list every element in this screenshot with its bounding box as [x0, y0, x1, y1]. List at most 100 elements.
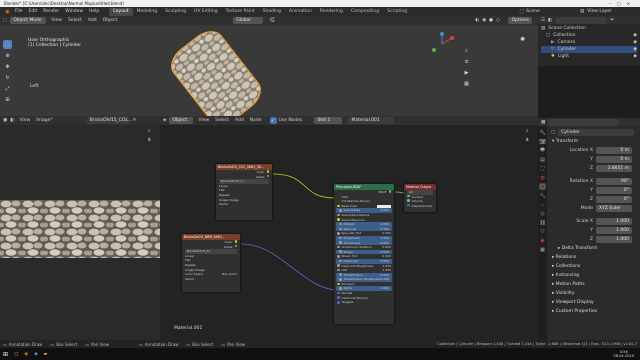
material-output-node[interactable]: Material Output All Surface Volume Displ…	[404, 184, 436, 212]
principled-bsdf-node[interactable]: Principled BSDF BSDF GGX Christensen-Burl…	[334, 184, 394, 324]
constraints-tab-icon[interactable]: ⛓︎	[539, 219, 546, 226]
scale-y-field[interactable]: 1.000	[596, 227, 632, 234]
transform-tool-icon[interactable]: ⊞	[3, 95, 12, 104]
rotation-y-field[interactable]: 0°	[596, 187, 632, 194]
relations-panel[interactable]: ▸ Relations	[548, 253, 640, 262]
taskbar-app-icon[interactable]: ◆	[34, 352, 37, 357]
options-button[interactable]: Options	[508, 17, 532, 24]
tool-tab-icon[interactable]: 🔧︎	[539, 129, 546, 136]
input-socket[interactable]	[339, 222, 342, 226]
data-tab-icon[interactable]: ▽	[539, 228, 546, 235]
outliner-search[interactable]	[556, 16, 607, 24]
input-socket[interactable]	[337, 301, 340, 304]
menu-help[interactable]: Help	[89, 9, 99, 14]
visibility-icon[interactable]: ◉	[633, 47, 637, 52]
vp-menu-view[interactable]: View	[51, 18, 62, 23]
image-editor[interactable]: ▣ ◧ View Image* BricksOld15_COL... ✕ ⌕ ✋…	[0, 116, 160, 340]
socket-color[interactable]	[266, 170, 269, 173]
input-socket[interactable]	[337, 255, 340, 258]
tab-compositing[interactable]: Compositing	[347, 8, 383, 16]
location-y-field[interactable]: 0 m	[596, 156, 632, 163]
taskbar-app-icon[interactable]: ▰	[44, 352, 47, 357]
input-socket[interactable]	[337, 282, 340, 286]
scale-tool-icon[interactable]: ⤢	[3, 84, 12, 93]
tab-texture-paint[interactable]: Texture Paint	[222, 8, 259, 16]
properties-editor[interactable]: ▦ 🔧︎ 📷︎ 🖶︎ ▤ ⛶ ◍ ▢ 🔧︎ ∴ ◎ ⛓︎ ▽ ◉ ▦ ▢ Cyl…	[538, 118, 640, 340]
collections-panel[interactable]: ▸ Collections	[548, 262, 640, 271]
image-close-icon[interactable]: ✕	[133, 118, 137, 123]
view-mode-icon[interactable]: ◧	[10, 118, 14, 123]
colorspace-value[interactable]: Non-Color	[222, 272, 237, 277]
scene-tab-icon[interactable]: ⛶	[539, 165, 546, 172]
socket-alpha[interactable]	[234, 244, 237, 248]
rotate-tool-icon[interactable]: ↻	[3, 73, 12, 82]
input-socket[interactable]	[337, 213, 340, 217]
rotation-mode-select[interactable]: XYZ Euler	[596, 205, 632, 212]
input-socket[interactable]	[337, 268, 340, 272]
outliner[interactable]: ☰ ◧ ⏷ ▤ Scene Collection ▢ Collection ◉ ▶ Ca…	[538, 16, 640, 66]
input-socket[interactable]	[337, 195, 340, 198]
node-editor[interactable]: ◈ Object View Select Add Node ✓ Use Node…	[160, 116, 538, 340]
transform-orientation[interactable]: Global	[233, 17, 264, 24]
navigation-gizmo[interactable]	[430, 32, 454, 56]
blender-logo-icon[interactable]: ◉	[4, 8, 11, 15]
rotation-z-field[interactable]: 0°	[596, 196, 632, 203]
tab-shading[interactable]: Shading	[259, 8, 285, 16]
zoom-icon[interactable]: ⌕	[526, 128, 529, 134]
socket-bsdf[interactable]	[388, 190, 391, 193]
cylinder-object[interactable]	[166, 26, 266, 126]
image-editor-type-icon[interactable]: ▣	[3, 118, 7, 123]
pan-icon[interactable]: ✋︎	[462, 57, 471, 66]
vp-menu-select[interactable]: Select	[68, 18, 82, 23]
view-layer-selector[interactable]: ▤ View Layer	[580, 9, 640, 14]
world-tab-icon[interactable]: ◍	[539, 174, 546, 181]
input-socket[interactable]	[337, 218, 340, 221]
socket-volume[interactable]	[407, 199, 410, 202]
tab-sculpting[interactable]: Sculpting	[161, 8, 190, 16]
properties-type-icon[interactable]: ▦	[541, 120, 545, 125]
tab-rendering[interactable]: Rendering	[316, 8, 347, 16]
custom-properties-panel[interactable]: ▸ Custom Properties	[548, 307, 640, 316]
filter-icon[interactable]: ⏷	[610, 17, 614, 23]
render-tab-icon[interactable]: 📷︎	[539, 138, 546, 145]
socket-displacement[interactable]	[407, 203, 410, 207]
input-socket[interactable]	[339, 259, 342, 263]
input-socket[interactable]	[339, 250, 342, 253]
rotation-x-field[interactable]: 90°	[596, 178, 632, 185]
windows-start-icon[interactable]: ⊞	[3, 351, 8, 358]
material-tab-icon[interactable]: ◉	[539, 237, 546, 244]
input-socket[interactable]	[339, 287, 342, 290]
visibility-icon[interactable]: ◉	[633, 40, 637, 45]
object-tab-icon[interactable]: ▢	[539, 183, 546, 190]
object-name-field[interactable]: Cylinder	[558, 129, 635, 136]
image-texture-node-color[interactable]: BricksOld15_COL_VAR1_3K... Color Alpha B…	[216, 164, 272, 220]
input-socket[interactable]	[339, 278, 342, 281]
input-socket[interactable]	[339, 227, 342, 230]
editor-type-icon[interactable]: ⬚	[3, 18, 7, 23]
input-value[interactable]: 0.000	[380, 277, 389, 282]
zoom-icon[interactable]: ⌕	[148, 128, 151, 134]
display-mode-icon[interactable]: ◧	[548, 18, 552, 23]
menu-edit[interactable]: Edit	[29, 9, 38, 14]
move-tool-icon[interactable]: ✥	[3, 62, 12, 71]
input-socket[interactable]	[337, 296, 340, 299]
outliner-row[interactable]: ▶ Camera ◉	[541, 39, 637, 46]
tab-animation[interactable]: Animation	[285, 8, 316, 16]
outliner-type-icon[interactable]: ☰	[541, 18, 545, 23]
vp-menu-add[interactable]: Add	[88, 18, 97, 23]
input-socket[interactable]	[337, 245, 340, 249]
visibility-icon[interactable]: ◉	[633, 54, 637, 59]
viewport-display-panel[interactable]: ▸ Viewport Display	[548, 298, 640, 307]
menu-window[interactable]: Window	[65, 9, 83, 14]
bsdf-input-row[interactable]: Tangent	[334, 300, 394, 305]
scene-selector[interactable]: ⛶ Scene	[520, 9, 580, 15]
pan-icon[interactable]: ✋︎	[526, 137, 529, 143]
shading-icons[interactable]: ◐◉●○	[475, 18, 503, 23]
texture-tab-icon[interactable]: ▦	[539, 246, 546, 253]
delta-transform-panel[interactable]: ▸ Delta Transform	[548, 244, 640, 253]
image-name-field[interactable]: BricksOld15_COL...	[86, 117, 132, 124]
tab-layout[interactable]: Layout	[109, 7, 133, 16]
input-socket[interactable]	[339, 236, 342, 240]
visibility-panel[interactable]: ▸ Visibility	[548, 289, 640, 298]
scale-x-field[interactable]: 1.000	[596, 218, 632, 225]
